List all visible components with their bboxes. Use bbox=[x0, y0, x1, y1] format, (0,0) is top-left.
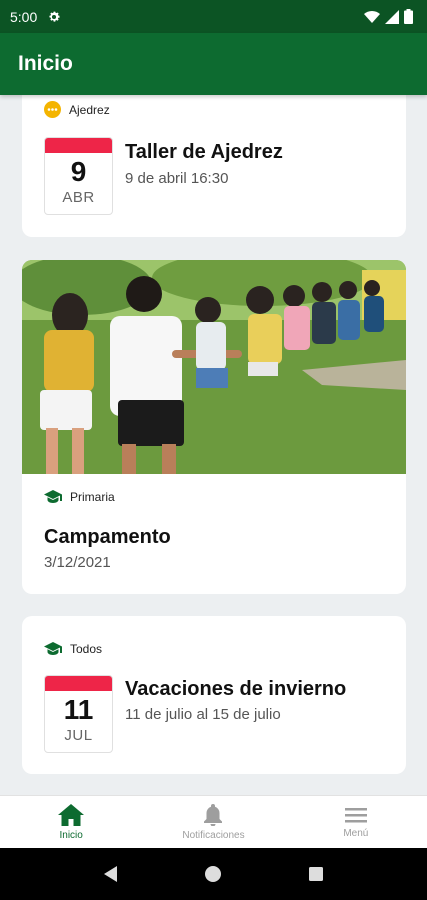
nav-label: Menú bbox=[343, 827, 369, 839]
event-title: Vacaciones de invierno bbox=[125, 678, 347, 700]
dots-circle-icon bbox=[44, 101, 61, 118]
nav-label: Inicio bbox=[59, 829, 83, 841]
recents-icon[interactable] bbox=[308, 866, 324, 882]
nav-item-menu[interactable]: Menú bbox=[285, 796, 427, 848]
nav-label: Notificaciones bbox=[182, 829, 245, 841]
calendar-day: 11 bbox=[63, 694, 94, 725]
event-subtitle: 11 de julio al 15 de julio bbox=[125, 706, 281, 723]
tag-label: Todos bbox=[70, 642, 103, 656]
calendar-badge: 11 JUL bbox=[44, 675, 113, 753]
nav-item-notificaciones[interactable]: Notificaciones bbox=[142, 796, 284, 848]
app-bar: Inicio bbox=[0, 33, 427, 95]
event-tag: Ajedrez bbox=[44, 101, 110, 118]
news-title: Campamento bbox=[44, 526, 171, 548]
wifi-icon bbox=[364, 10, 380, 23]
event-card[interactable]: Ajedrez 9 ABR Taller de Ajedrez 9 de abr… bbox=[22, 95, 406, 237]
menu-icon bbox=[344, 807, 367, 822]
news-image bbox=[22, 260, 406, 474]
status-time: 5:00 bbox=[10, 8, 38, 25]
news-tag: Primaria bbox=[44, 490, 115, 504]
news-card[interactable]: Primaria Campamento 3/12/2021 bbox=[22, 260, 406, 594]
graduation-cap-icon bbox=[44, 490, 62, 503]
back-icon[interactable] bbox=[103, 865, 119, 883]
graduation-cap-icon bbox=[44, 642, 62, 655]
gear-icon bbox=[49, 11, 60, 22]
home-icon bbox=[58, 803, 85, 826]
kids-outdoor-group-photo bbox=[22, 260, 406, 474]
page-title: Inicio bbox=[18, 52, 73, 75]
event-subtitle: 9 de abril 16:30 bbox=[125, 170, 229, 187]
tag-label: Ajedrez bbox=[69, 102, 110, 117]
event-tag: Todos bbox=[44, 642, 102, 656]
tag-label: Primaria bbox=[70, 490, 115, 504]
bell-icon bbox=[204, 803, 223, 826]
home-circle-icon[interactable] bbox=[204, 865, 222, 883]
feed-list[interactable]: Ajedrez 9 ABR Taller de Ajedrez 9 de abr… bbox=[0, 95, 427, 795]
news-date: 3/12/2021 bbox=[44, 554, 111, 571]
status-bar: 5:00 bbox=[0, 0, 427, 33]
bottom-navigation: Inicio Notificaciones Menú bbox=[0, 795, 427, 848]
calendar-month: ABR bbox=[62, 189, 95, 206]
nav-item-inicio[interactable]: Inicio bbox=[0, 796, 142, 848]
system-navigation-bar bbox=[0, 848, 427, 900]
calendar-month: JUL bbox=[64, 727, 93, 744]
signal-icon bbox=[385, 9, 399, 24]
calendar-badge: 9 ABR bbox=[44, 137, 113, 215]
calendar-day: 9 bbox=[70, 156, 87, 187]
event-card[interactable]: Todos 11 JUL Vacaciones de invierno 11 d… bbox=[22, 616, 406, 774]
battery-icon bbox=[404, 9, 413, 24]
event-title: Taller de Ajedrez bbox=[125, 141, 283, 163]
